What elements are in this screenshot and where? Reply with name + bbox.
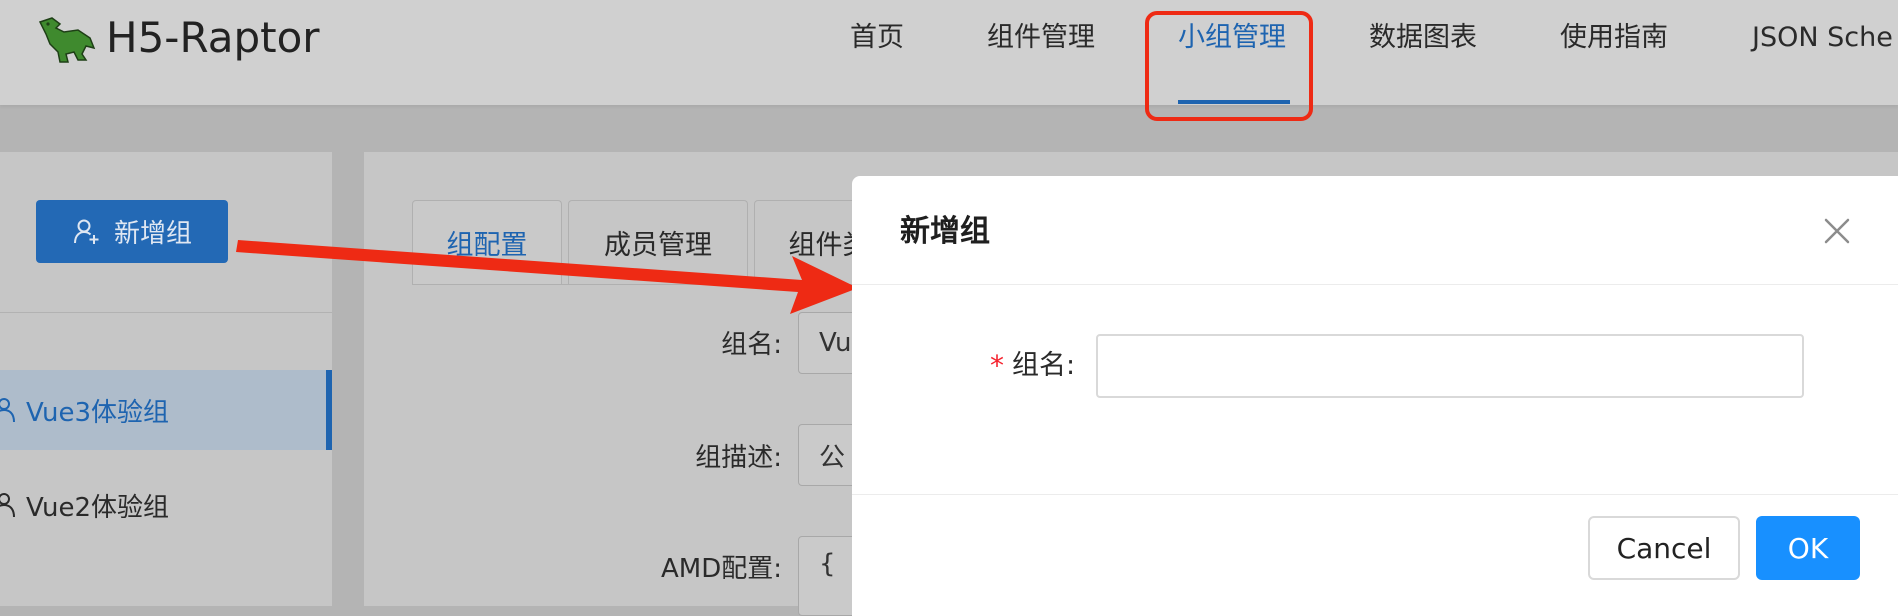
modal-footer-divider xyxy=(852,494,1898,495)
app-name[interactable]: H5-Raptor xyxy=(106,10,320,66)
sidebar-divider xyxy=(0,312,332,313)
amd-config-label: AMD配置: xyxy=(661,554,782,584)
modal-group-name-input[interactable] xyxy=(1096,334,1804,398)
close-icon[interactable] xyxy=(1820,214,1854,248)
sidebar-item-vue3-group[interactable]: Vue3体验组 xyxy=(0,370,332,450)
tab-group-config[interactable]: 组配置 xyxy=(412,200,562,284)
modal-header-divider xyxy=(852,284,1898,285)
annotation-highlight-box xyxy=(1145,11,1313,121)
user-add-icon xyxy=(73,219,99,244)
sidebar-item-label: Vue2体验组 xyxy=(26,492,170,523)
sidebar-item-vue2-group[interactable]: Vue2体验组 xyxy=(0,465,332,545)
cancel-button[interactable]: Cancel xyxy=(1588,516,1740,580)
nav-data-charts[interactable]: 数据图表 xyxy=(1369,20,1477,56)
add-group-button[interactable]: 新增组 xyxy=(36,200,228,263)
group-name-label: 组名: xyxy=(721,330,782,360)
nav-user-guide[interactable]: 使用指南 xyxy=(1560,20,1668,56)
user-icon xyxy=(0,398,15,423)
nav-json-schema[interactable]: JSON Sche xyxy=(1752,20,1893,56)
ok-button[interactable]: OK xyxy=(1756,516,1860,580)
modal-group-name-label: 组名: xyxy=(1012,350,1076,381)
add-group-label: 新增组 xyxy=(113,219,192,249)
tab-member-management[interactable]: 成员管理 xyxy=(568,200,748,284)
user-icon xyxy=(0,493,15,518)
nav-component-management[interactable]: 组件管理 xyxy=(987,20,1095,56)
nav-home[interactable]: 首页 xyxy=(850,20,904,56)
required-mark: * xyxy=(990,349,1004,382)
dinosaur-logo-icon xyxy=(38,17,96,63)
sidebar-item-label: Vue3体验组 xyxy=(26,397,170,428)
modal-title: 新增组 xyxy=(900,214,990,249)
group-description-label: 组描述: xyxy=(695,443,782,473)
